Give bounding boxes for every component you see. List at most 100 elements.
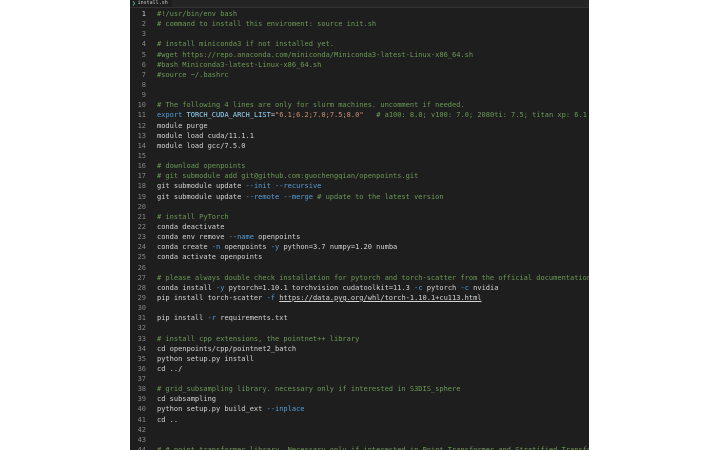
code-line[interactable]: 1 #!/usr/bin/env bash	[130, 9, 589, 19]
code-line[interactable]: 32	[130, 323, 589, 333]
line-number: 23	[137, 233, 146, 242]
code-token: pytorch=1.10.1 torchvision cudatoolkit=1…	[224, 283, 415, 292]
code-token: -c	[460, 283, 469, 292]
code-token: #wget https://repo.anaconda.com/minicond…	[157, 50, 474, 59]
line-number: 15	[137, 151, 146, 160]
line-text: cd subsampling	[157, 394, 216, 404]
line-text: # command to install this enviroment: so…	[157, 19, 376, 29]
code-token: cd subsampling	[157, 395, 217, 404]
code-line[interactable]: 12 module purge	[130, 121, 589, 131]
line-text: # please always double check installatio…	[157, 273, 589, 283]
code-line[interactable]: 31 pip install -r requirements.txt	[130, 313, 589, 323]
line-number: 38	[137, 385, 146, 394]
code-line[interactable]: 14 module load gcc/7.5.0	[130, 141, 589, 151]
code-line[interactable]: 16 # download openpoints	[130, 161, 589, 171]
code-line[interactable]: 35 python setup.py install	[130, 354, 589, 364]
code-editor[interactable]: ❯ install.sh 1 #!/usr/bin/env bash 2 # comm…	[130, 0, 589, 450]
line-number: 29	[137, 293, 146, 302]
code-line[interactable]: 44# # point transformer library. Necessa…	[130, 445, 589, 450]
code-line[interactable]: 18 git submodule update --init --recursiv…	[130, 181, 589, 191]
line-text: # install PyTorch	[157, 212, 229, 222]
code-token: requirements.txt	[216, 314, 288, 323]
line-number: 34	[137, 344, 146, 353]
code-line[interactable]: 22 conda deactivate	[130, 222, 589, 232]
code-line[interactable]: 37	[130, 374, 589, 384]
code-line[interactable]: 29 pip install torch-scatter -f https://d…	[130, 293, 589, 303]
code-token: # install cpp extensions, the pointnet++…	[157, 334, 360, 343]
line-text: # install cpp extensions, the pointnet++…	[157, 334, 359, 344]
code-line[interactable]: 36 cd ../	[130, 364, 589, 374]
line-text: # git submodule add git@github.com:guoch…	[157, 171, 418, 181]
code-token[interactable]: https://data.pyg.org/whl/torch-1.10.1+cu…	[279, 294, 481, 302]
code-token: --remote --merge	[245, 192, 313, 201]
line-number: 17	[137, 172, 146, 181]
code-line[interactable]: 30	[130, 303, 589, 313]
tab-label: install.sh	[137, 0, 168, 6]
code-token: #source ~/.bashrc	[157, 70, 229, 79]
code-token: --name	[228, 233, 254, 242]
line-number: 8	[141, 80, 146, 89]
code-line[interactable]: 28 conda install -y pytorch=1.10.1 torchv…	[130, 283, 589, 293]
line-number: 24	[137, 243, 146, 252]
line-text: #source ~/.bashrc	[157, 70, 229, 80]
code-token: conda activate openpoints	[157, 253, 263, 262]
code-line[interactable]: 15	[130, 151, 589, 161]
code-line[interactable]: 10 # The following 4 lines are only for s…	[130, 100, 589, 110]
code-line[interactable]: 27 # please always double check installat…	[130, 273, 589, 283]
code-token: # install PyTorch	[157, 212, 229, 221]
line-text: git submodule update --init --recursive	[157, 181, 321, 191]
code-line[interactable]: 34 cd openpoints/cpp/pointnet2_batch	[130, 344, 589, 354]
code-line[interactable]: 3	[130, 29, 589, 39]
code-token: export	[157, 111, 187, 120]
code-line[interactable]: 19 git submodule update --remote --merge …	[130, 192, 589, 202]
line-text: python setup.py build_ext --inplace	[157, 404, 305, 414]
code-token: module load cuda/11.1.1	[157, 131, 254, 140]
code-line[interactable]: 38 # grid_subsampling library. necessary …	[130, 384, 589, 394]
code-line[interactable]: 41 cd ..	[130, 415, 589, 425]
code-line[interactable]: 6 #bash Miniconda3-latest-Linux-x86_64.sh	[130, 60, 589, 70]
chevron-right-icon: ❯	[132, 0, 136, 7]
code-token: git submodule update	[157, 182, 246, 191]
code-line[interactable]: 42	[130, 425, 589, 435]
code-area[interactable]: 1 #!/usr/bin/env bash 2 # command to instal…	[130, 9, 589, 450]
code-line[interactable]: 21 # install PyTorch	[130, 212, 589, 222]
code-line[interactable]: 33 # install cpp extensions, the pointnet…	[130, 334, 589, 344]
line-number: 22	[137, 222, 146, 231]
code-line[interactable]: 23 conda env remove --name openpoints	[130, 232, 589, 242]
code-line[interactable]: 4 # install miniconda3 if not installed y…	[130, 39, 589, 49]
code-line[interactable]: 17 # git submodule add git@github.com:guo…	[130, 171, 589, 181]
code-line[interactable]: 5 #wget https://repo.anaconda.com/minicon…	[130, 50, 589, 60]
code-line[interactable]: 13 module load cuda/11.1.1	[130, 131, 589, 141]
line-text: #wget https://repo.anaconda.com/minicond…	[157, 50, 473, 60]
code-line[interactable]: 20	[130, 202, 589, 212]
code-line[interactable]: 11 export TORCH_CUDA_ARCH_LIST="6.1;6.2;7…	[130, 110, 589, 120]
line-text: conda env remove --name openpoints	[157, 232, 300, 242]
code-line[interactable]: 24 conda create -n openpoints -y python=3…	[130, 242, 589, 252]
code-line[interactable]: 7 #source ~/.bashrc	[130, 70, 589, 80]
line-text: module load cuda/11.1.1	[157, 131, 254, 141]
code-line[interactable]: 43	[130, 435, 589, 445]
code-line[interactable]: 9	[130, 90, 589, 100]
code-line[interactable]: 39 cd subsampling	[130, 394, 589, 404]
line-text: # download openpoints	[157, 161, 246, 171]
code-line[interactable]: 25 conda activate openpoints	[130, 252, 589, 262]
line-text: git submodule update --remote --merge # …	[157, 192, 444, 202]
line-number: 7	[141, 70, 146, 79]
line-text: module load gcc/7.5.0	[157, 141, 246, 151]
line-text: pip install torch-scatter -f https://dat…	[157, 293, 482, 303]
code-token: # git submodule add git@github.com:guoch…	[157, 172, 419, 181]
line-number: 27	[137, 273, 146, 282]
code-line[interactable]: 40 python setup.py build_ext --inplace	[130, 404, 589, 414]
code-line[interactable]: 8	[130, 80, 589, 90]
code-token: pytorch	[422, 283, 461, 292]
code-token: -f	[266, 293, 276, 302]
code-line[interactable]: 26	[130, 263, 589, 273]
code-token: -c	[414, 283, 423, 292]
code-token: module load gcc/7.5.0	[157, 141, 246, 150]
line-number: 37	[137, 375, 146, 384]
tab-install-sh[interactable]: ❯ install.sh	[130, 0, 172, 7]
code-line[interactable]: 2 # command to install this enviroment: s…	[130, 19, 589, 29]
line-number: 41	[137, 415, 146, 424]
code-token: # install miniconda3 if not installed ye…	[157, 40, 335, 49]
line-number: 1	[141, 10, 146, 18]
